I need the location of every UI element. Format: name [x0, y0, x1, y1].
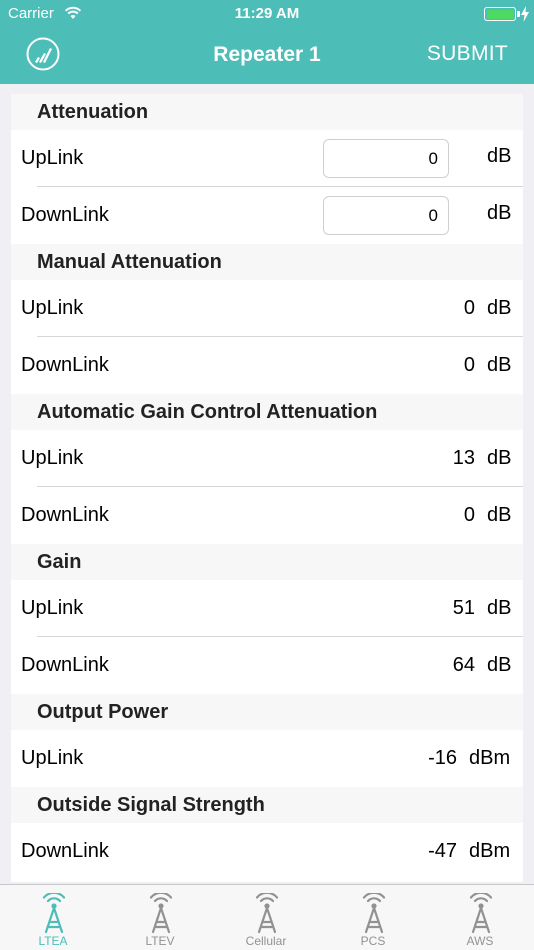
- submit-button[interactable]: SUBMIT: [427, 42, 508, 66]
- charging-bolt-icon: [521, 6, 529, 22]
- section-header-output-power: Output Power: [11, 694, 523, 730]
- row-label: UpLink: [21, 747, 84, 769]
- signal-bars-icon[interactable]: [26, 37, 60, 71]
- tab-cellular[interactable]: Cellular: [213, 885, 319, 950]
- section-header-attenuation: Attenuation: [11, 94, 523, 130]
- unit-label: dB: [487, 354, 512, 376]
- row-label: DownLink: [21, 354, 109, 376]
- row-value: 0: [463, 354, 475, 376]
- row-value: 0: [463, 504, 475, 526]
- antenna-tower-icon: [469, 893, 493, 934]
- antenna-tower-icon: [362, 893, 386, 934]
- manual-attenuation-uplink-row: UpLink 0 dB: [11, 280, 523, 337]
- section-header-outside-signal: Outside Signal Strength: [11, 787, 523, 823]
- battery-icon: [484, 7, 516, 21]
- navigation-bar: Repeater 1 SUBMIT: [0, 28, 534, 84]
- attenuation-uplink-row: UpLink dB: [11, 130, 523, 187]
- unit-label: dB: [487, 202, 512, 224]
- tab-ltea[interactable]: LTEA: [0, 885, 106, 950]
- section-header-manual-attenuation: Manual Attenuation: [11, 244, 523, 280]
- section-header-agc-attenuation: Automatic Gain Control Attenuation: [11, 394, 523, 430]
- antenna-tower-icon: [42, 893, 66, 934]
- antenna-tower-icon: [149, 893, 173, 934]
- unit-label: dB: [487, 145, 512, 167]
- unit-label: dBm: [469, 840, 511, 862]
- clock: 11:29 AM: [234, 5, 300, 22]
- row-label: DownLink: [21, 204, 109, 226]
- attenuation-downlink-row: DownLink dB: [11, 187, 523, 244]
- unit-label: dB: [487, 597, 512, 619]
- row-label: DownLink: [21, 654, 109, 676]
- tab-ltev[interactable]: LTEV: [107, 885, 213, 950]
- status-bar: Carrier 11:29 AM: [0, 0, 534, 28]
- tab-label: PCS: [360, 934, 386, 948]
- row-value: 13: [452, 447, 475, 469]
- manual-attenuation-downlink-row: DownLink 0 dB: [11, 337, 523, 394]
- row-value: -16: [428, 747, 457, 769]
- row-label: DownLink: [21, 840, 109, 862]
- unit-label: dBm: [469, 747, 511, 769]
- settings-list[interactable]: Attenuation UpLink dB DownLink dB Manual…: [11, 94, 523, 882]
- output-power-uplink-row: UpLink -16 dBm: [11, 730, 523, 787]
- row-value: -47: [428, 840, 457, 862]
- unit-label: dB: [487, 654, 512, 676]
- outside-signal-downlink-row: DownLink -47 dBm: [11, 823, 523, 880]
- agc-uplink-row: UpLink 13 dB: [11, 430, 523, 487]
- unit-label: dB: [487, 504, 512, 526]
- unit-label: dB: [487, 297, 512, 319]
- antenna-tower-icon: [255, 893, 279, 934]
- tab-label: AWS: [466, 934, 494, 948]
- row-label: UpLink: [21, 147, 84, 169]
- attenuation-uplink-input[interactable]: [323, 139, 449, 178]
- tab-pcs[interactable]: PCS: [320, 885, 426, 950]
- row-value: 0: [463, 297, 475, 319]
- row-value: 51: [452, 597, 475, 619]
- agc-downlink-row: DownLink 0 dB: [11, 487, 523, 544]
- section-header-gain: Gain: [11, 544, 523, 580]
- gain-downlink-row: DownLink 64 dB: [11, 637, 523, 694]
- row-label: UpLink: [21, 597, 84, 619]
- unit-label: dB: [487, 447, 512, 469]
- row-value: 64: [452, 654, 475, 676]
- tab-label: Cellular: [245, 934, 287, 948]
- row-label: UpLink: [21, 297, 84, 319]
- row-label: DownLink: [21, 504, 109, 526]
- row-label: UpLink: [21, 447, 84, 469]
- tab-label: LTEA: [38, 934, 68, 948]
- tab-aws[interactable]: AWS: [427, 885, 533, 950]
- battery-tip: [517, 11, 520, 17]
- attenuation-downlink-input[interactable]: [323, 196, 449, 235]
- gain-uplink-row: UpLink 51 dB: [11, 580, 523, 637]
- tab-bar: LTEA LTEV Cellular PCS AWS: [0, 884, 534, 950]
- tab-label: LTEV: [145, 934, 175, 948]
